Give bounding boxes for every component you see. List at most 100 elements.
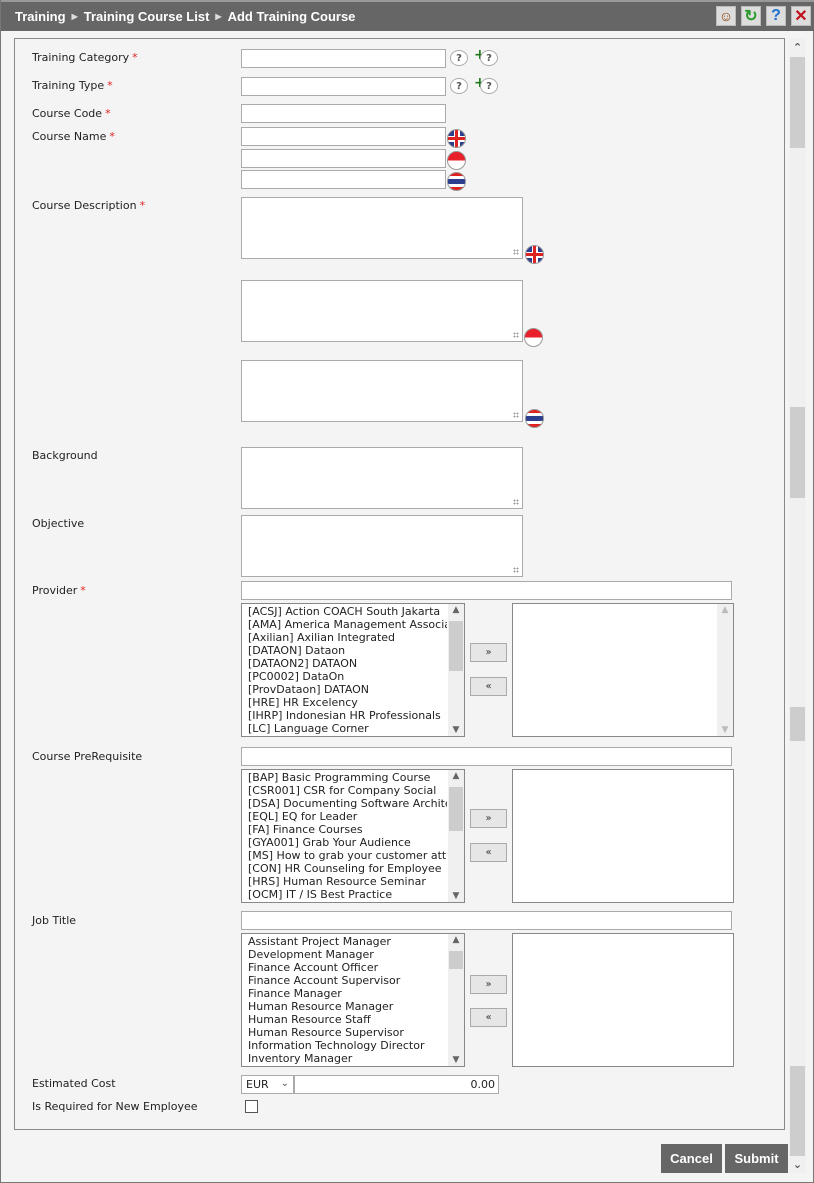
job-title-filter-input[interactable] bbox=[241, 911, 732, 930]
scroll-thumb-segment[interactable] bbox=[790, 407, 805, 498]
breadcrumb-training-course-list[interactable]: Training Course List bbox=[84, 9, 210, 24]
job-title-option[interactable]: Human Resource Manager bbox=[248, 1000, 447, 1013]
submit-button[interactable]: Submit bbox=[725, 1144, 788, 1173]
resize-grip-icon[interactable] bbox=[513, 332, 519, 338]
scroll-down-icon[interactable]: ⌄ bbox=[789, 1158, 806, 1171]
list-scrollbar[interactable]: ▲ ▼ bbox=[448, 604, 464, 736]
prerequisite-option[interactable]: [FA] Finance Courses bbox=[248, 823, 447, 836]
training-category-input[interactable] bbox=[241, 49, 446, 68]
provider-option[interactable]: [AMA] America Management Association bbox=[248, 618, 447, 631]
list-scrollbar[interactable]: ▲ ▼ bbox=[448, 770, 464, 902]
background-textarea[interactable] bbox=[241, 447, 523, 509]
provider-filter-input[interactable] bbox=[241, 581, 732, 600]
job-title-option[interactable]: Development Manager bbox=[248, 948, 447, 961]
job-title-selected-list[interactable] bbox=[512, 933, 734, 1067]
provider-option[interactable]: [IHRP] Indonesian HR Professionals bbox=[248, 709, 447, 722]
provider-option[interactable]: [DATAON] Dataon bbox=[248, 644, 447, 657]
prerequisite-option[interactable]: [DSA] Documenting Software Architecture bbox=[248, 797, 447, 810]
provider-option[interactable]: [Axilian] Axilian Integrated bbox=[248, 631, 447, 644]
refresh-icon[interactable]: ↻ bbox=[741, 6, 761, 26]
scroll-down-icon[interactable]: ▼ bbox=[448, 725, 464, 735]
prerequisite-available-list[interactable]: [BAP] Basic Programming Course [CSR001] C… bbox=[241, 769, 465, 903]
scroll-thumb[interactable] bbox=[449, 621, 463, 671]
scroll-thumb-segment[interactable] bbox=[790, 707, 805, 741]
resize-grip-icon[interactable] bbox=[513, 249, 519, 255]
job-title-add-button[interactable]: » bbox=[470, 975, 507, 994]
job-title-remove-button[interactable]: « bbox=[470, 1008, 507, 1027]
scroll-up-icon[interactable]: ▲ bbox=[448, 771, 464, 781]
provider-option[interactable]: [DATAON2] DATAON bbox=[248, 657, 447, 670]
job-title-option[interactable]: Human Resource Supervisor bbox=[248, 1026, 447, 1039]
scroll-down-icon[interactable]: ▼ bbox=[448, 891, 464, 901]
add-help-icon[interactable]: ? bbox=[480, 50, 498, 66]
provider-option[interactable]: [HRE] HR Excelency bbox=[248, 696, 447, 709]
course-name-th-input[interactable] bbox=[241, 170, 446, 189]
prerequisite-option[interactable]: [CON] HR Counseling for Employee bbox=[248, 862, 447, 875]
training-type-input[interactable] bbox=[241, 77, 446, 96]
prerequisite-remove-button[interactable]: « bbox=[470, 843, 507, 862]
currency-select[interactable]: EUR ⌄ bbox=[241, 1075, 294, 1094]
scroll-up-icon[interactable]: ▲ bbox=[448, 605, 464, 615]
scroll-up-icon[interactable]: ▲ bbox=[717, 605, 733, 615]
job-title-option[interactable]: Information Technology Director bbox=[248, 1039, 447, 1052]
provider-option[interactable]: [PC0002] DataOn bbox=[248, 670, 447, 683]
prerequisite-option[interactable]: [OCM] IT / IS Best Practice bbox=[248, 888, 447, 901]
scroll-thumb-segment[interactable] bbox=[790, 57, 805, 148]
page-scrollbar[interactable]: ⌃ ⌄ bbox=[789, 38, 806, 1173]
prerequisite-option[interactable]: [HRS] Human Resource Seminar bbox=[248, 875, 447, 888]
prerequisite-option[interactable]: [EQL] EQ for Leader bbox=[248, 810, 447, 823]
job-title-option[interactable]: Human Resource Staff bbox=[248, 1013, 447, 1026]
course-name-en-input[interactable] bbox=[241, 127, 446, 146]
resize-grip-icon[interactable] bbox=[513, 412, 519, 418]
help-icon[interactable]: ? bbox=[766, 6, 786, 26]
scroll-thumb[interactable] bbox=[449, 787, 463, 831]
provider-remove-button[interactable]: « bbox=[470, 677, 507, 696]
course-code-input[interactable] bbox=[241, 104, 446, 123]
prerequisite-option[interactable]: [BAP] Basic Programming Course bbox=[248, 771, 447, 784]
job-title-option[interactable]: Inventory Manager bbox=[248, 1052, 447, 1065]
prerequisite-filter-input[interactable] bbox=[241, 747, 732, 766]
is-required-checkbox[interactable] bbox=[245, 1100, 258, 1113]
breadcrumb-training[interactable]: Training bbox=[15, 9, 66, 24]
lookup-help-icon[interactable]: ? bbox=[450, 50, 468, 66]
provider-option[interactable]: [ACSJ] Action COACH South Jakarta bbox=[248, 605, 447, 618]
required-marker: * bbox=[105, 107, 111, 120]
add-help-icon[interactable]: ? bbox=[480, 78, 498, 94]
scroll-down-icon[interactable]: ▼ bbox=[717, 725, 733, 735]
title-bar: Training ▶ Training Course List ▶ Add Tr… bbox=[1, 0, 814, 31]
provider-option[interactable]: [LC] Language Corner bbox=[248, 722, 447, 735]
cancel-button[interactable]: Cancel bbox=[661, 1144, 722, 1173]
job-title-available-list[interactable]: Assistant Project Manager Development Man… bbox=[241, 933, 465, 1067]
estimated-cost-amount-input[interactable]: 0.00 bbox=[294, 1075, 499, 1094]
prerequisite-option[interactable]: [MS] How to grab your customer attention bbox=[248, 849, 447, 862]
prerequisite-option[interactable]: [CSR001] CSR for Company Social bbox=[248, 784, 447, 797]
provider-add-button[interactable]: » bbox=[470, 643, 507, 662]
prerequisite-selected-list[interactable] bbox=[512, 769, 734, 903]
list-scrollbar[interactable]: ▲ ▼ bbox=[717, 604, 733, 736]
scroll-up-icon[interactable]: ▲ bbox=[448, 935, 464, 945]
resize-grip-icon[interactable] bbox=[513, 567, 519, 573]
course-description-en-textarea[interactable] bbox=[241, 197, 523, 259]
prerequisite-add-button[interactable]: » bbox=[470, 809, 507, 828]
prerequisite-option[interactable]: [GYA001] Grab Your Audience bbox=[248, 836, 447, 849]
resize-grip-icon[interactable] bbox=[513, 499, 519, 505]
course-name-id-input[interactable] bbox=[241, 149, 446, 168]
scroll-thumb[interactable] bbox=[449, 951, 463, 969]
course-description-th-textarea[interactable] bbox=[241, 360, 523, 422]
support-icon[interactable]: ☺ bbox=[716, 6, 736, 26]
provider-selected-list[interactable]: ▲ ▼ bbox=[512, 603, 734, 737]
objective-textarea[interactable] bbox=[241, 515, 523, 577]
job-title-option[interactable]: Finance Manager bbox=[248, 987, 447, 1000]
job-title-option[interactable]: Finance Account Officer bbox=[248, 961, 447, 974]
job-title-option[interactable]: Finance Account Supervisor bbox=[248, 974, 447, 987]
provider-option[interactable]: [ProvDataon] DATAON bbox=[248, 683, 447, 696]
scroll-down-icon[interactable]: ▼ bbox=[448, 1055, 464, 1065]
scroll-up-icon[interactable]: ⌃ bbox=[789, 41, 806, 54]
lookup-help-icon[interactable]: ? bbox=[450, 78, 468, 94]
scroll-thumb-segment[interactable] bbox=[790, 1066, 805, 1156]
list-scrollbar[interactable]: ▲ ▼ bbox=[448, 934, 464, 1066]
close-icon[interactable]: ✕ bbox=[791, 6, 811, 26]
provider-available-list[interactable]: [ACSJ] Action COACH South Jakarta [AMA] A… bbox=[241, 603, 465, 737]
course-description-id-textarea[interactable] bbox=[241, 280, 523, 342]
job-title-option[interactable]: Assistant Project Manager bbox=[248, 935, 447, 948]
